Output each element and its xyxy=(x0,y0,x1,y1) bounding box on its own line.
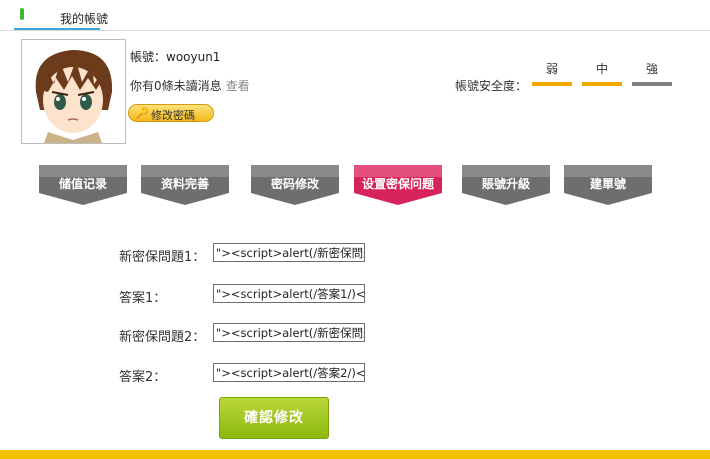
tab-account-upgrade[interactable]: 賬號升級 xyxy=(460,163,552,207)
security-bar-medium xyxy=(582,82,622,86)
security-level-weak: 弱 xyxy=(545,62,558,76)
key-icon: 🔑 xyxy=(135,106,149,119)
tab-create-ticket-label: 建單號 xyxy=(589,177,626,191)
view-link[interactable]: 查看 xyxy=(226,79,250,93)
answer1-label: 答案1： xyxy=(119,291,167,306)
unread-text: 你有0條未讀消息 xyxy=(130,79,222,93)
tab-profile-complete-label: 资料完善 xyxy=(160,177,209,191)
question1-label: 新密保問題1： xyxy=(119,250,206,265)
top-tab-bar: 我的帳號 xyxy=(0,0,710,31)
question2-label: 新密保問題2： xyxy=(119,330,206,345)
tab-profile-complete[interactable]: 资料完善 xyxy=(139,163,231,207)
tab-security-questions-label: 设置密保问题 xyxy=(361,177,434,191)
bottom-accent-bar xyxy=(0,450,710,459)
answer2-label: 答案2： xyxy=(119,370,167,385)
security-level-strong: 強 xyxy=(645,62,658,76)
question1-input[interactable] xyxy=(213,243,365,262)
security-bar-weak xyxy=(532,82,572,86)
tab-marker-icon xyxy=(20,8,24,20)
change-password-button[interactable]: 🔑 修改密碼 xyxy=(128,104,214,122)
tab-recharge-records[interactable]: 储值记录 xyxy=(37,163,129,207)
answer1-input[interactable] xyxy=(213,284,365,303)
tab-recharge-records-label: 储值记录 xyxy=(58,177,107,191)
tab-underline xyxy=(14,28,100,30)
tab-create-ticket[interactable]: 建單號 xyxy=(562,163,654,207)
tab-password-change[interactable]: 密码修改 xyxy=(249,163,341,207)
tab-account-upgrade-label: 賬號升級 xyxy=(481,177,530,191)
tab-security-questions[interactable]: 设置密保问题 xyxy=(352,163,444,207)
security-level-label: 帳號安全度： xyxy=(455,79,528,93)
unread-messages: 你有0條未讀消息 查看 xyxy=(130,77,250,94)
avatar xyxy=(21,39,126,144)
security-level-medium: 中 xyxy=(595,62,608,76)
answer2-input[interactable] xyxy=(213,363,365,382)
question2-input[interactable] xyxy=(213,323,365,342)
security-bar-strong xyxy=(632,82,672,86)
tab-password-change-label: 密码修改 xyxy=(270,177,319,191)
confirm-button[interactable]: 確認修改 xyxy=(219,397,329,439)
account-name: 帳號：wooyun1 xyxy=(130,50,221,64)
tab-my-account[interactable]: 我的帳號 xyxy=(60,10,108,27)
change-password-label: 修改密碼 xyxy=(151,109,195,122)
